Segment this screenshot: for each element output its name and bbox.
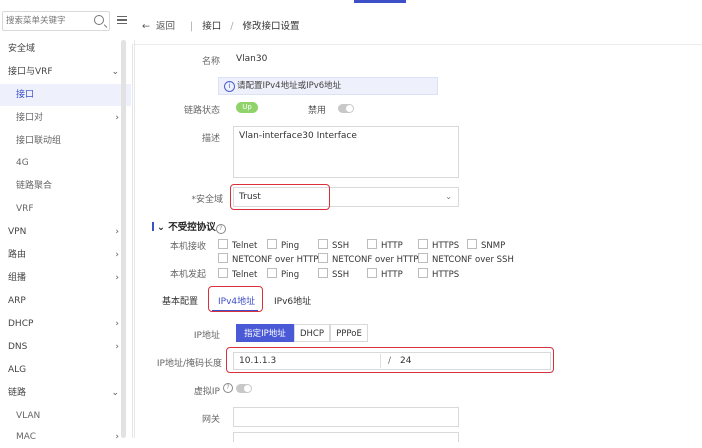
description-textarea[interactable]: Vlan-interface30 Interface	[233, 126, 459, 178]
sidebar-item-interface[interactable]: 接口	[0, 84, 131, 106]
sidebar-item-dhcp[interactable]: DHCP ›	[0, 313, 131, 335]
menu-collapse-icon[interactable]	[117, 14, 127, 26]
back-link[interactable]: ← 返回	[142, 21, 181, 32]
search-icon[interactable]	[94, 15, 104, 25]
breadcrumb-current: 修改接口设置	[242, 21, 300, 32]
chevron-down-icon: ⌄	[445, 192, 452, 201]
sidebar-item-dns[interactable]: DNS ›	[0, 336, 131, 358]
recv-http-checkbox[interactable]: HTTP	[367, 239, 403, 251]
chevron-right-icon: ›	[115, 227, 119, 237]
send-telnet-checkbox[interactable]: Telnet	[218, 268, 257, 280]
description-label: 描述	[201, 134, 220, 144]
next-field-input[interactable]	[233, 432, 459, 442]
sidebar-item-link[interactable]: 链路 ⌄	[0, 382, 131, 404]
recv-netconf-ssh-checkbox[interactable]: NETCONF over SSH	[418, 253, 514, 265]
ip-mode-static[interactable]: 指定IP地址	[236, 324, 294, 342]
breadcrumb: ← 返回 | 接口 / 修改接口设置	[142, 21, 300, 32]
help-icon[interactable]: ?	[223, 383, 233, 393]
sidebar-item-vrf[interactable]: VRF	[0, 198, 131, 220]
highlight-security-zone	[230, 184, 330, 210]
virtual-ip-label: 虚拟IP	[193, 387, 220, 397]
tab-basic-config[interactable]: 基本配置	[162, 294, 198, 307]
sidebar-item-security-zone[interactable]: 安全域	[0, 38, 131, 60]
sidebar-item-interface-pair[interactable]: 接口对 ›	[0, 107, 131, 129]
chevron-right-icon: ›	[115, 273, 119, 283]
sidebar-item-4g[interactable]: 4G	[0, 152, 131, 174]
uncontrolled-protocols-section[interactable]: ⌄ 不受控协议?	[152, 219, 226, 234]
sidebar-item-vpn[interactable]: VPN ›	[0, 221, 131, 243]
recv-ssh-checkbox[interactable]: SSH	[318, 239, 349, 251]
disable-toggle[interactable]	[338, 104, 354, 113]
sidebar-item-alg[interactable]: ALG	[0, 359, 131, 381]
send-ping-checkbox[interactable]: Ping	[267, 268, 299, 280]
send-https-checkbox[interactable]: HTTPS	[418, 268, 459, 280]
recv-ping-checkbox[interactable]: Ping	[267, 239, 299, 251]
gateway-input[interactable]	[233, 407, 459, 427]
ip-notice: i 请配置IPv4地址或IPv6地址	[218, 77, 438, 95]
send-ssh-checkbox[interactable]: SSH	[318, 268, 349, 280]
sidebar-item-arp[interactable]: ARP	[0, 290, 131, 312]
breadcrumb-interface[interactable]: 接口	[202, 21, 221, 32]
chevron-down-icon: ⌄	[157, 222, 169, 233]
sidebar-item-mac[interactable]: MAC ›	[0, 426, 131, 448]
local-receive-label: 本机接收	[169, 242, 206, 252]
info-icon: i	[224, 81, 235, 92]
chevron-right-icon: ›	[115, 342, 119, 352]
security-zone-label: *安全域	[191, 195, 223, 205]
send-http-checkbox[interactable]: HTTP	[367, 268, 403, 280]
recv-netconf-https-checkbox[interactable]: NETCONF over HTTPS	[318, 253, 424, 265]
back-arrow-icon: ←	[142, 21, 150, 32]
sidebar: 安全域 接口与VRF⌄ 接口 接口对› 接口联动组 4G 链路聚合 VRF VP…	[0, 0, 133, 442]
sidebar-item-vlan[interactable]: VLAN	[0, 405, 131, 427]
gateway-label: 网关	[201, 415, 220, 425]
sidebar-item-multicast[interactable]: 组播 ›	[0, 267, 131, 289]
recv-https-checkbox[interactable]: HTTPS	[418, 239, 459, 251]
link-status-label: 链路状态	[183, 106, 220, 116]
chevron-down-icon: ⌄	[111, 388, 119, 398]
ip-address-label: IP地址	[193, 331, 220, 341]
chevron-right-icon: ›	[115, 113, 119, 123]
chevron-right-icon: ›	[115, 250, 119, 260]
ip-mask-label: IP地址/掩码长度	[156, 359, 222, 369]
local-send-label: 本机发起	[169, 270, 206, 280]
chevron-down-icon: ⌄	[111, 67, 119, 77]
menu-search[interactable]	[2, 11, 110, 31]
name-value: Vlan30	[236, 54, 268, 64]
sidebar-item-interface-link-group[interactable]: 接口联动组	[0, 130, 131, 152]
name-label: 名称	[201, 57, 220, 67]
recv-telnet-checkbox[interactable]: Telnet	[218, 239, 257, 251]
disable-label: 禁用	[308, 106, 327, 116]
sidebar-item-interface-vrf[interactable]: 接口与VRF ⌄	[0, 61, 131, 83]
sidebar-item-link-aggregation[interactable]: 链路聚合	[0, 175, 131, 197]
tab-ipv6[interactable]: IPv6地址	[274, 294, 311, 307]
highlight-ipv4-tab	[208, 286, 263, 312]
recv-netconf-http-checkbox[interactable]: NETCONF over HTTP	[218, 253, 318, 265]
chevron-right-icon: ›	[115, 319, 119, 329]
link-status-badge: Up	[236, 102, 258, 113]
top-accent-bar	[354, 0, 406, 3]
help-icon[interactable]: ?	[215, 224, 226, 234]
highlight-ip-mask	[226, 347, 554, 373]
virtual-ip-toggle[interactable]	[236, 384, 252, 393]
chevron-right-icon: ›	[115, 432, 119, 442]
menu-search-input[interactable]	[6, 13, 92, 29]
ip-mode-pppoe[interactable]: PPPoE	[330, 324, 368, 342]
content-divider	[134, 40, 135, 438]
sidebar-scrollbar[interactable]	[121, 40, 126, 438]
topbar: ← 返回 | 接口 / 修改接口设置	[132, 0, 702, 45]
ip-mode-dhcp[interactable]: DHCP	[294, 324, 330, 342]
recv-snmp-checkbox[interactable]: SNMP	[467, 239, 505, 251]
sidebar-item-routing[interactable]: 路由 ›	[0, 244, 131, 266]
